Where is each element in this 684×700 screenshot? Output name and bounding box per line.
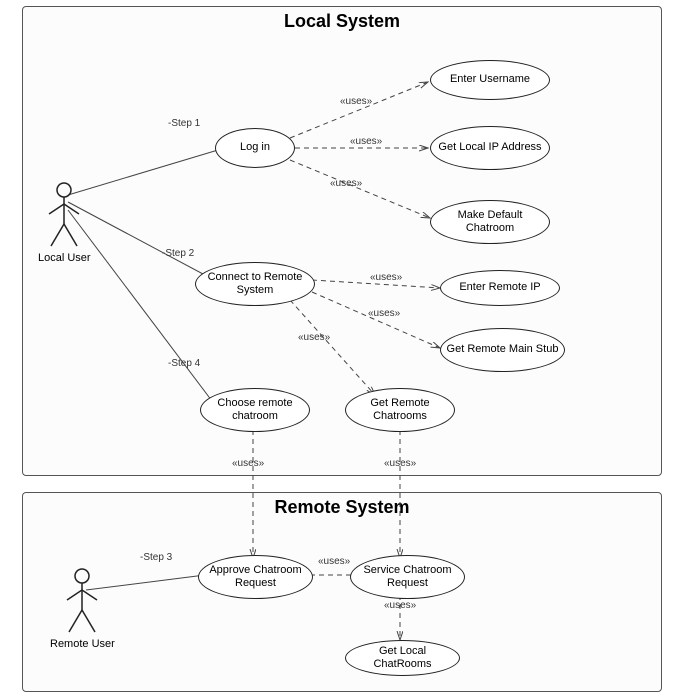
usecase-enter-username: Enter Username — [430, 60, 550, 100]
local-system-box: Local System — [22, 6, 662, 476]
usecase-get-local-ip: Get Local IP Address — [430, 126, 550, 170]
remote-system-title: Remote System — [274, 497, 409, 518]
usecase-get-remote-main-stub: Get Remote Main Stub — [440, 328, 565, 372]
local-user-actor: Local User — [38, 182, 91, 264]
uses-label: «uses» — [368, 308, 400, 319]
usecase-approve-chatroom-request: Approve Chatroom Request — [198, 555, 313, 599]
uses-label: «uses» — [384, 458, 416, 469]
uses-label: «uses» — [298, 332, 330, 343]
usecase-text: Service Chatroom Request — [355, 564, 460, 590]
uses-label: «uses» — [330, 178, 362, 189]
step1-label: -Step 1 — [168, 118, 200, 129]
usecase-enter-remote-ip: Enter Remote IP — [440, 270, 560, 306]
usecase-text: Connect to Remote System — [200, 271, 310, 297]
usecase-login-text: Log in — [240, 141, 270, 154]
uses-label: «uses» — [340, 96, 372, 107]
step3-label: -Step 3 — [140, 552, 172, 563]
diagram-root: Local System Remote System — [0, 0, 684, 700]
usecase-text: Get Remote Main Stub — [447, 343, 559, 356]
usecase-get-local-chatrooms: Get Local ChatRooms — [345, 640, 460, 676]
actor-icon — [65, 568, 99, 636]
step4-label: -Step 4 — [168, 358, 200, 369]
usecase-login: Log in — [215, 128, 295, 168]
usecase-service-chatroom-request: Service Chatroom Request — [350, 555, 465, 599]
usecase-connect-remote: Connect to Remote System — [195, 262, 315, 306]
remote-user-actor: Remote User — [50, 568, 115, 650]
remote-system-box: Remote System — [22, 492, 662, 692]
uses-label: «uses» — [384, 600, 416, 611]
actor-icon — [47, 182, 81, 250]
usecase-text: Choose remote chatroom — [205, 397, 305, 423]
usecase-text: Get Local IP Address — [438, 141, 541, 154]
uses-label: «uses» — [232, 458, 264, 469]
usecase-text: Get Remote Chatrooms — [350, 397, 450, 423]
usecase-text: Approve Chatroom Request — [203, 564, 308, 590]
usecase-make-default-chatroom: Make Default Chatroom — [430, 200, 550, 244]
uses-label: «uses» — [318, 556, 350, 567]
usecase-text: Make Default Chatroom — [435, 209, 545, 235]
step2-label: -Step 2 — [162, 248, 194, 259]
usecase-text: Enter Username — [450, 73, 530, 86]
local-user-label: Local User — [38, 252, 91, 264]
usecase-text: Get Local ChatRooms — [350, 645, 455, 671]
uses-label: «uses» — [370, 272, 402, 283]
usecase-get-remote-chatrooms: Get Remote Chatrooms — [345, 388, 455, 432]
usecase-text: Enter Remote IP — [459, 281, 540, 294]
local-system-title: Local System — [284, 11, 400, 32]
usecase-choose-remote-chatroom: Choose remote chatroom — [200, 388, 310, 432]
uses-label: «uses» — [350, 136, 382, 147]
remote-user-label: Remote User — [50, 638, 115, 650]
